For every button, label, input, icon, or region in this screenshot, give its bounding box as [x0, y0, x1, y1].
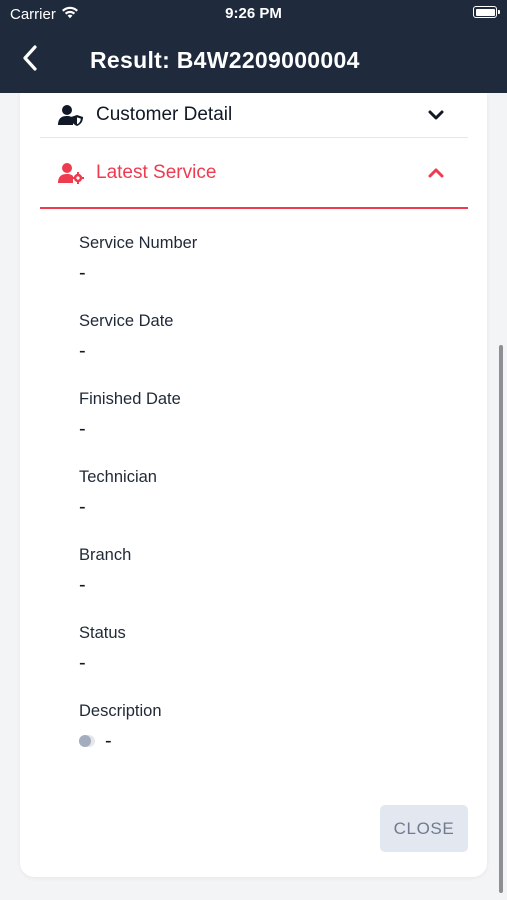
field-label: Service Number [79, 234, 198, 252]
field-label: Branch [79, 546, 132, 564]
user-gear-icon [58, 162, 84, 184]
result-screen: Carrier 9:26 PM Result: B4W2209000004 Cu… [0, 0, 507, 900]
status-field: Status - [79, 624, 459, 676]
close-button[interactable]: CLOSE [380, 805, 468, 852]
finished-date-field: Finished Date - [79, 390, 459, 442]
status-bar: Carrier 9:26 PM [0, 0, 507, 28]
field-label: Service Date [79, 312, 174, 330]
page-title: Result: B4W2209000004 [90, 46, 360, 73]
branch-field: Branch - [79, 546, 459, 598]
chevron-left-icon [22, 44, 38, 76]
technician-field: Technician - [79, 468, 459, 520]
description-field: Description - [79, 702, 459, 754]
field-label: Status [79, 624, 126, 642]
field-value: - [79, 495, 86, 518]
field-value: - [79, 339, 86, 362]
result-card: Customer Detail Latest Service Service N… [20, 93, 487, 877]
field-value: - [105, 729, 112, 752]
customer-detail-toggle[interactable]: Customer Detail [40, 93, 468, 138]
battery-icon [473, 6, 500, 18]
service-date-field: Service Date - [79, 312, 459, 364]
description-value-row: - [79, 728, 459, 754]
toggle-icon [79, 735, 95, 747]
chevron-down-icon [426, 105, 446, 125]
user-shield-icon [58, 104, 84, 126]
back-button[interactable] [0, 36, 60, 84]
field-value: - [79, 651, 86, 674]
field-value: - [79, 573, 86, 596]
chevron-up-icon [426, 163, 446, 183]
service-number-field: Service Number - [79, 234, 459, 286]
clock: 9:26 PM [225, 5, 282, 22]
field-value: - [79, 261, 86, 284]
latest-service-toggle[interactable]: Latest Service [40, 139, 468, 209]
field-label: Description [79, 702, 162, 720]
latest-service-label: Latest Service [96, 162, 217, 183]
app-header: Carrier 9:26 PM Result: B4W2209000004 [0, 0, 507, 93]
nav-bar: Result: B4W2209000004 [0, 36, 507, 84]
field-value: - [79, 417, 86, 440]
customer-detail-label: Customer Detail [96, 104, 233, 125]
scrollbar[interactable] [499, 345, 503, 893]
field-label: Technician [79, 468, 157, 486]
field-label: Finished Date [79, 390, 181, 408]
